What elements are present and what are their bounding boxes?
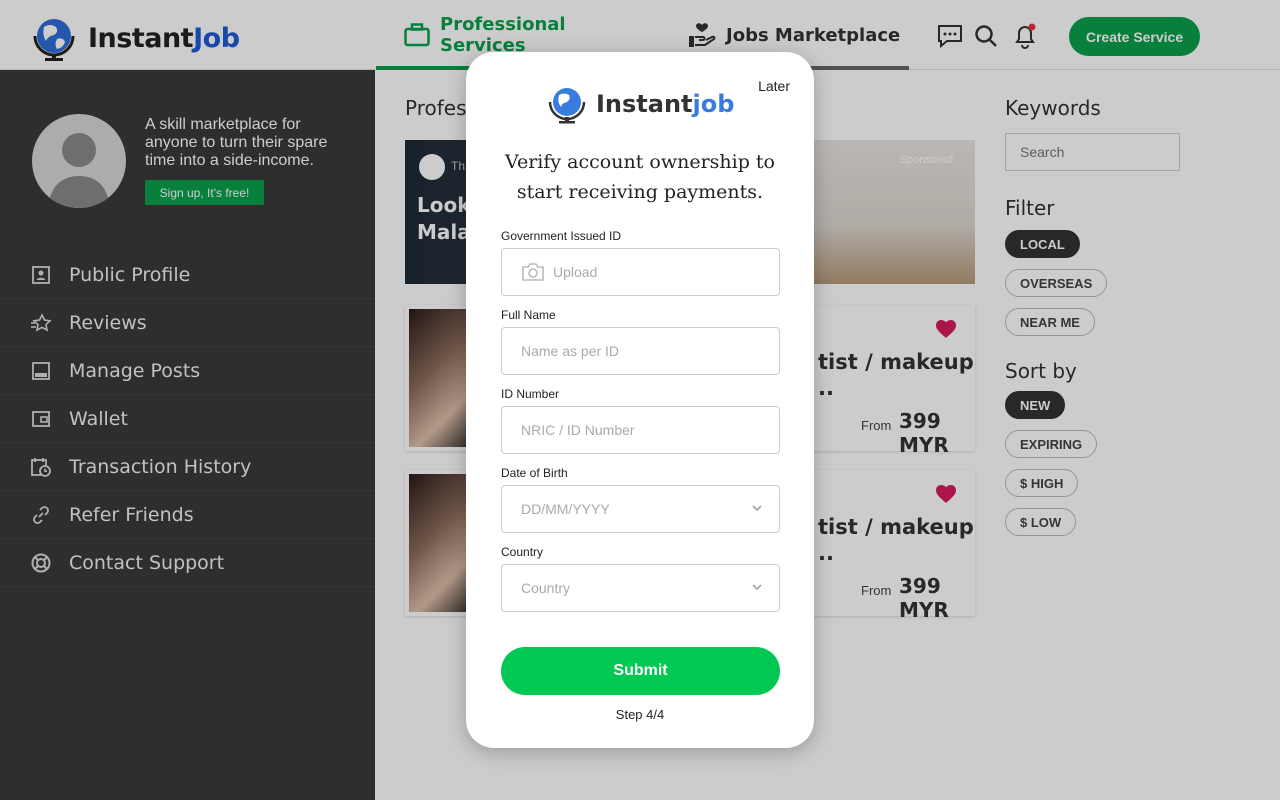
dob-placeholder: DD/MM/YYYY (521, 501, 610, 517)
step-indicator: Step 4/4 (615, 707, 665, 722)
globe-logo-icon (548, 88, 586, 124)
modal-heading: Verify account ownership to start receiv… (505, 151, 775, 203)
submit-button[interactable]: Submit (501, 647, 780, 695)
dob-label: Date of Birth (501, 466, 568, 480)
country-select[interactable]: Country (501, 564, 780, 612)
full-name-input[interactable] (521, 343, 779, 359)
chevron-down-icon (752, 584, 762, 591)
verify-account-modal: Later Instantjob Verify account ownershi… (466, 52, 814, 748)
id-number-input[interactable] (521, 422, 779, 438)
chevron-down-icon (752, 505, 762, 512)
modal-logo: Instantjob (546, 84, 734, 124)
gov-id-upload[interactable]: Upload (501, 248, 780, 296)
full-name-label: Full Name (501, 308, 556, 322)
camera-icon (522, 263, 544, 281)
gov-id-label: Government Issued ID (501, 229, 622, 243)
id-number-label: ID Number (501, 387, 560, 401)
upload-placeholder: Upload (553, 264, 598, 280)
later-link[interactable]: Later (758, 78, 790, 94)
modal-brand-name: Instantjob (596, 90, 735, 118)
dob-select[interactable]: DD/MM/YYYY (501, 485, 780, 533)
full-name-field[interactable] (501, 327, 780, 375)
country-label: Country (501, 545, 544, 559)
country-placeholder: Country (521, 580, 571, 596)
id-number-field[interactable] (501, 406, 780, 454)
